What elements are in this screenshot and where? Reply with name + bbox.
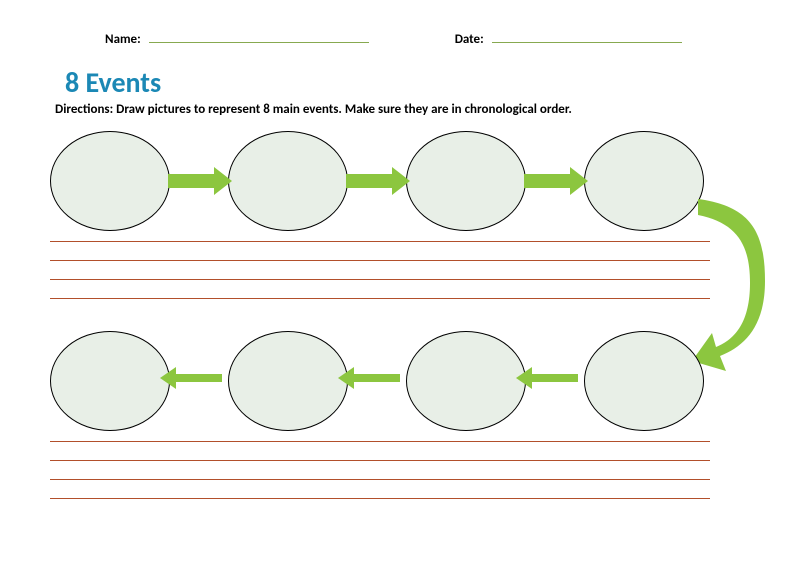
name-label: Name:: [105, 32, 141, 47]
event-circle-2[interactable]: [228, 131, 348, 231]
arrow-left-icon: [352, 374, 400, 382]
arrow-right-icon: [168, 174, 216, 188]
date-label: Date:: [455, 32, 484, 47]
arrow-right-icon: [346, 174, 394, 188]
event-circle-8[interactable]: [50, 331, 170, 431]
arrow-left-icon: [174, 374, 222, 382]
directions-text: Directions: Draw pictures to represent 8…: [55, 102, 745, 117]
event-circle-6[interactable]: [406, 331, 526, 431]
events-diagram: [50, 131, 740, 481]
writing-lines-row1[interactable]: [50, 241, 710, 299]
arrow-left-icon: [530, 374, 578, 382]
date-input-line[interactable]: [492, 30, 682, 43]
page-title: 8 Events: [65, 65, 745, 100]
event-circle-7[interactable]: [228, 331, 348, 431]
header-fields: Name: Date:: [105, 30, 745, 47]
writing-lines-row2[interactable]: [50, 441, 710, 499]
worksheet-page: Name: Date: 8 Events Directions: Draw pi…: [0, 0, 800, 501]
event-circle-5[interactable]: [584, 331, 704, 431]
name-input-line[interactable]: [149, 30, 369, 43]
event-circle-3[interactable]: [406, 131, 526, 231]
event-circle-4[interactable]: [584, 131, 704, 231]
arrow-right-icon: [524, 174, 572, 188]
event-circle-1[interactable]: [50, 131, 170, 231]
